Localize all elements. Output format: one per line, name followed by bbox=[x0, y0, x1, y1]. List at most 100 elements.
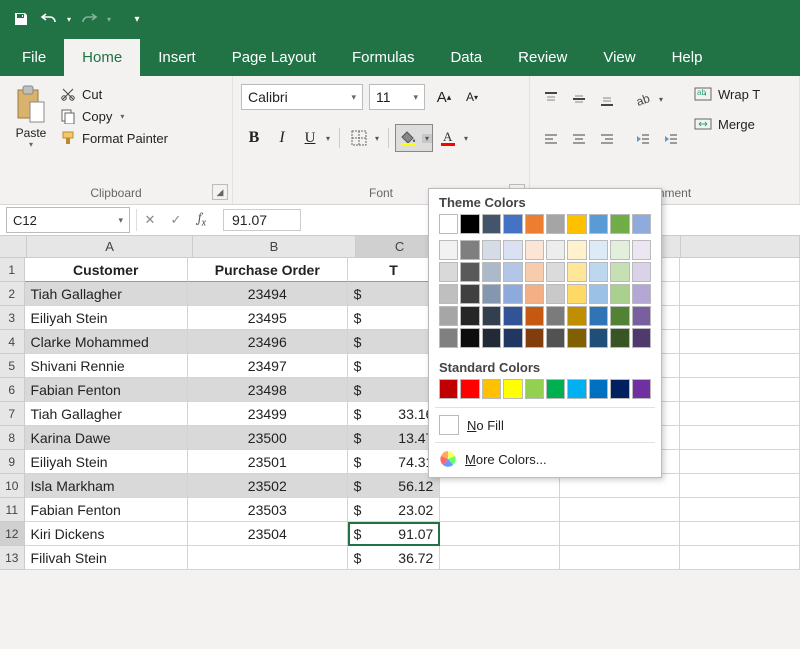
color-swatch[interactable] bbox=[482, 214, 501, 234]
row-header[interactable]: 12 bbox=[0, 522, 25, 546]
cell[interactable] bbox=[680, 474, 800, 498]
cell[interactable] bbox=[680, 522, 800, 546]
font-color-dropdown[interactable]: ▾ bbox=[461, 134, 471, 143]
borders-button[interactable] bbox=[346, 125, 372, 151]
col-header-B[interactable]: B bbox=[193, 236, 355, 258]
row-header[interactable]: 1 bbox=[0, 258, 25, 282]
cut-button[interactable]: Cut bbox=[60, 86, 168, 102]
color-swatch[interactable] bbox=[610, 284, 629, 304]
cell[interactable]: 23495 bbox=[188, 306, 348, 330]
tab-view[interactable]: View bbox=[585, 39, 653, 76]
merge-center-button[interactable]: Merge bbox=[694, 116, 760, 132]
color-swatch[interactable] bbox=[503, 306, 522, 326]
color-swatch[interactable] bbox=[482, 262, 501, 282]
cell[interactable]: Fabian Fenton bbox=[25, 378, 188, 402]
col-header-F[interactable] bbox=[681, 236, 800, 258]
color-swatch[interactable] bbox=[610, 328, 629, 348]
color-swatch[interactable] bbox=[482, 284, 501, 304]
enter-icon[interactable]: ✓ bbox=[163, 208, 189, 232]
fill-color-button[interactable] bbox=[396, 125, 422, 151]
cell[interactable] bbox=[560, 546, 680, 570]
cell[interactable]: $23.02 bbox=[348, 498, 441, 522]
orientation-icon[interactable]: ab bbox=[630, 86, 656, 112]
color-swatch[interactable] bbox=[546, 214, 565, 234]
color-swatch[interactable] bbox=[460, 306, 479, 326]
format-painter-button[interactable]: Format Painter bbox=[60, 130, 168, 146]
spreadsheet-grid[interactable]: A B C D E 1CustomerPurchase OrderT2Tiah … bbox=[0, 236, 800, 570]
align-middle-icon[interactable] bbox=[566, 86, 592, 112]
cell[interactable] bbox=[680, 402, 800, 426]
cell[interactable]: 23499 bbox=[188, 402, 348, 426]
color-swatch[interactable] bbox=[632, 262, 651, 282]
color-swatch[interactable] bbox=[567, 240, 586, 260]
color-swatch[interactable] bbox=[589, 214, 608, 234]
color-swatch[interactable] bbox=[546, 328, 565, 348]
decrease-indent-icon[interactable] bbox=[630, 126, 656, 152]
cell[interactable] bbox=[680, 258, 800, 282]
color-swatch[interactable] bbox=[567, 328, 586, 348]
tab-help[interactable]: Help bbox=[654, 39, 721, 76]
cell[interactable]: $33.16 bbox=[348, 402, 441, 426]
row-header[interactable]: 2 bbox=[0, 282, 25, 306]
color-swatch[interactable] bbox=[546, 284, 565, 304]
cell[interactable] bbox=[560, 522, 680, 546]
cell[interactable]: 23503 bbox=[188, 498, 348, 522]
align-right-icon[interactable] bbox=[594, 126, 620, 152]
cell[interactable]: Eiliyah Stein bbox=[25, 306, 188, 330]
cell[interactable] bbox=[440, 546, 560, 570]
cell[interactable] bbox=[680, 330, 800, 354]
tab-data[interactable]: Data bbox=[432, 39, 500, 76]
row-header[interactable]: 4 bbox=[0, 330, 25, 354]
color-swatch[interactable] bbox=[525, 379, 544, 399]
color-swatch[interactable] bbox=[525, 306, 544, 326]
color-swatch[interactable] bbox=[589, 306, 608, 326]
color-swatch[interactable] bbox=[546, 306, 565, 326]
increase-indent-icon[interactable] bbox=[658, 126, 684, 152]
cell[interactable]: Tiah Gallagher bbox=[25, 402, 188, 426]
color-swatch[interactable] bbox=[503, 379, 522, 399]
more-colors-item[interactable]: More Colors... bbox=[429, 445, 661, 473]
color-swatch[interactable] bbox=[567, 379, 586, 399]
color-swatch[interactable] bbox=[525, 262, 544, 282]
color-swatch[interactable] bbox=[439, 306, 458, 326]
row-header[interactable]: 5 bbox=[0, 354, 25, 378]
tab-page-layout[interactable]: Page Layout bbox=[214, 39, 334, 76]
cell[interactable] bbox=[560, 498, 680, 522]
color-swatch[interactable] bbox=[460, 262, 479, 282]
paste-button[interactable]: Paste ▾ bbox=[8, 80, 54, 149]
color-swatch[interactable] bbox=[460, 214, 479, 234]
color-swatch[interactable] bbox=[567, 214, 586, 234]
bold-button[interactable]: B bbox=[241, 125, 267, 151]
cell[interactable]: $ bbox=[348, 282, 441, 306]
cell[interactable] bbox=[680, 426, 800, 450]
color-swatch[interactable] bbox=[503, 262, 522, 282]
tab-review[interactable]: Review bbox=[500, 39, 585, 76]
row-header[interactable]: 9 bbox=[0, 450, 25, 474]
color-swatch[interactable] bbox=[460, 240, 479, 260]
cell[interactable]: Fabian Fenton bbox=[25, 498, 188, 522]
align-top-icon[interactable] bbox=[538, 86, 564, 112]
row-header[interactable]: 7 bbox=[0, 402, 25, 426]
tab-formulas[interactable]: Formulas bbox=[334, 39, 433, 76]
cell[interactable]: Tiah Gallagher bbox=[25, 282, 188, 306]
color-swatch[interactable] bbox=[610, 379, 629, 399]
cell[interactable]: $91.07 bbox=[348, 522, 441, 546]
row-header[interactable]: 10 bbox=[0, 474, 25, 498]
cell[interactable] bbox=[680, 282, 800, 306]
align-center-icon[interactable] bbox=[566, 126, 592, 152]
select-all-corner[interactable] bbox=[0, 236, 27, 258]
redo-dropdown[interactable]: ▾ bbox=[104, 15, 114, 24]
row-header[interactable]: 8 bbox=[0, 426, 25, 450]
align-bottom-icon[interactable] bbox=[594, 86, 620, 112]
cell[interactable] bbox=[440, 522, 560, 546]
cell[interactable] bbox=[440, 498, 560, 522]
cell[interactable]: Clarke Mohammed bbox=[25, 330, 188, 354]
color-swatch[interactable] bbox=[567, 262, 586, 282]
no-fill-item[interactable]: No Fill bbox=[429, 410, 661, 440]
wrap-text-button[interactable]: abWrap T bbox=[694, 86, 760, 102]
color-swatch[interactable] bbox=[525, 328, 544, 348]
cell[interactable]: T bbox=[348, 258, 441, 282]
color-swatch[interactable] bbox=[546, 262, 565, 282]
undo-button[interactable] bbox=[36, 6, 62, 32]
cell[interactable]: 23497 bbox=[188, 354, 348, 378]
